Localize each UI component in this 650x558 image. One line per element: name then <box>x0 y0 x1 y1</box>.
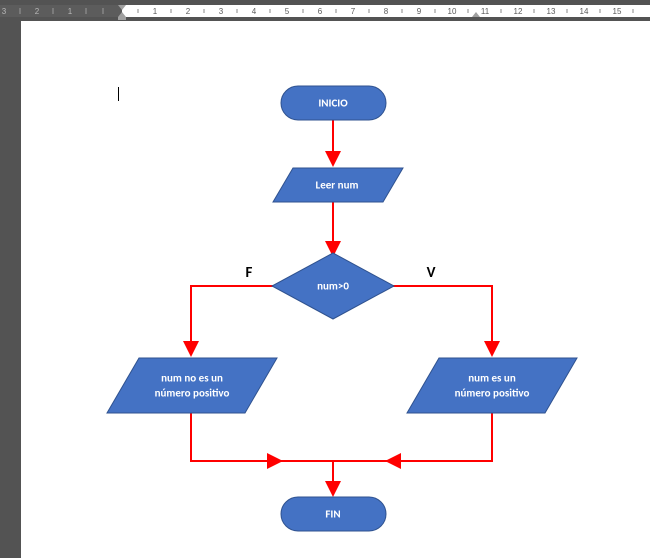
svg-text:1: 1 <box>68 7 73 16</box>
svg-text:2: 2 <box>35 7 40 16</box>
svg-text:11: 11 <box>481 7 490 16</box>
svg-text:15: 15 <box>613 7 622 16</box>
svg-text:4: 4 <box>252 7 257 16</box>
output-false-line2: número positivo <box>155 387 230 400</box>
svg-text:5: 5 <box>285 7 290 16</box>
flowchart-canvas: INICIO Leer num num>0 F V num no es un n… <box>21 21 650 558</box>
arrow-decision-true <box>389 286 492 353</box>
flowchart-end[interactable]: FIN <box>281 497 386 531</box>
output-false-line1: num no es un <box>161 372 223 385</box>
svg-text:2: 2 <box>186 7 191 16</box>
arrow-false-to-end <box>191 413 279 461</box>
svg-text:8: 8 <box>384 7 389 16</box>
svg-text:14: 14 <box>580 7 589 16</box>
flowchart-output-true[interactable]: num es un número positivo <box>407 358 577 413</box>
document-page[interactable]: INICIO Leer num num>0 F V num no es un n… <box>21 21 650 558</box>
end-label: FIN <box>325 508 340 521</box>
svg-text:1: 1 <box>153 7 158 16</box>
read-label: Leer num <box>316 179 359 192</box>
flowchart-decision[interactable]: num>0 <box>272 253 394 319</box>
svg-text:9: 9 <box>417 7 422 16</box>
branch-true-label: V <box>427 264 436 282</box>
svg-text:12: 12 <box>514 7 523 16</box>
flowchart-start[interactable]: INICIO <box>281 86 386 120</box>
svg-text:3: 3 <box>219 7 224 16</box>
svg-text:10: 10 <box>448 7 457 16</box>
svg-text:7: 7 <box>351 7 356 16</box>
svg-text:3: 3 <box>2 7 7 16</box>
flowchart-output-false[interactable]: num no es un número positivo <box>107 358 277 413</box>
horizontal-ruler: 3 2 1 1 2 3 4 5 6 7 8 9 10 <box>0 0 650 21</box>
output-true-line1: num es un <box>468 372 516 385</box>
flowchart-read[interactable]: Leer num <box>273 168 403 202</box>
output-true-line2: número positivo <box>455 387 530 400</box>
svg-text:13: 13 <box>547 7 556 16</box>
decision-label: num>0 <box>317 280 349 293</box>
svg-text:6: 6 <box>318 7 323 16</box>
arrow-decision-false <box>191 286 277 353</box>
start-label: INICIO <box>318 97 348 110</box>
arrow-true-to-end <box>389 413 492 461</box>
branch-false-label: F <box>246 264 253 282</box>
